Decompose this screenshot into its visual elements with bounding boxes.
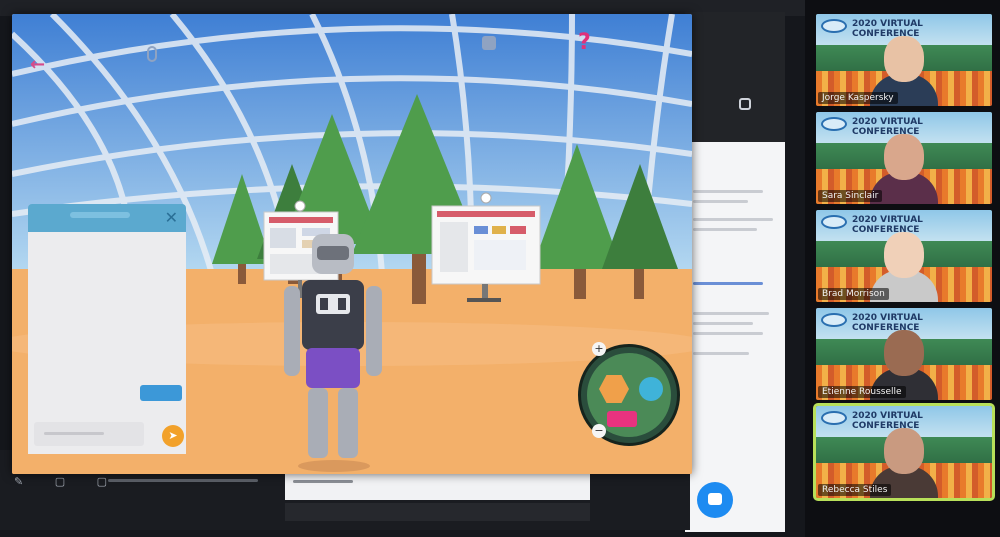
toolbar-icons[interactable]: ✎ ▢ ▢: [14, 475, 121, 488]
conference-title: 2020 VIRTUAL: [852, 117, 923, 127]
participant-video-tile[interactable]: 2020 VIRTUAL CONFERENCE Brad Morrison: [816, 210, 992, 302]
conference-brand: 2020 VIRTUAL CONFERENCE: [852, 411, 923, 431]
chat-line: [293, 480, 353, 483]
chat-panel-body: ➤: [28, 232, 186, 454]
vr-conference-window[interactable]: ← ? ✕ ➤ + −: [12, 14, 692, 474]
conference-side-panel: [685, 12, 785, 532]
video-gallery: 2020 VIRTUAL CONFERENCE Jorge Kaspersky 202…: [808, 10, 996, 515]
participant-face: [884, 134, 924, 180]
participant-video-tile[interactable]: 2020 VIRTUAL CONFERENCE Rebecca Stiles: [813, 403, 995, 501]
microphone-icon[interactable]: [147, 46, 157, 62]
help-icon[interactable]: ?: [578, 30, 591, 55]
conference-logo-icon: [821, 117, 847, 131]
participant-video-tile[interactable]: 2020 VIRTUAL CONFERENCE Etienne Rousselle: [816, 308, 992, 400]
message-text: [693, 228, 757, 231]
participant-video-tile[interactable]: 2020 VIRTUAL CONFERENCE Sara Sinclair: [816, 112, 992, 204]
chat-panel-title: [70, 212, 130, 218]
conference-title: 2020 VIRTUAL: [852, 313, 923, 323]
screen-photo: ✎ ▢ ▢ ← ? ✕ ➤ + − 2020 VIRTUAL CONFERENC…: [0, 0, 1000, 537]
message-link[interactable]: [693, 282, 763, 285]
minimap-circle-zone[interactable]: [639, 377, 663, 401]
message-text: [693, 312, 769, 315]
participant-name: Sara Sinclair: [818, 190, 883, 202]
message-text: [693, 190, 763, 193]
conference-title: 2020 VIRTUAL: [852, 411, 923, 421]
chat-panel-header: ✕: [28, 204, 186, 232]
close-icon[interactable]: ✕: [165, 208, 178, 227]
message-text: [693, 332, 763, 335]
conference-title: 2020 VIRTUAL: [852, 19, 923, 29]
participant-name: Etienne Rousselle: [818, 386, 906, 398]
chat-preview-line: [108, 479, 258, 482]
participant-name: Rebecca Stiles: [818, 484, 892, 496]
message-text: [693, 218, 773, 221]
raise-hand-icon[interactable]: [482, 36, 496, 50]
logout-icon[interactable]: [739, 98, 751, 110]
conference-brand: 2020 VIRTUAL CONFERENCE: [852, 215, 923, 235]
zoom-in-icon[interactable]: +: [592, 342, 606, 356]
conference-logo-icon: [821, 215, 847, 229]
participant-face: [884, 428, 924, 474]
send-icon[interactable]: ➤: [162, 425, 184, 447]
zoom-out-icon[interactable]: −: [592, 424, 606, 438]
open-chat-button[interactable]: [697, 482, 733, 518]
chat-message-input[interactable]: [34, 422, 144, 446]
participant-face: [884, 232, 924, 278]
conference-title: 2020 VIRTUAL: [852, 215, 923, 225]
message-text: [693, 352, 749, 355]
conference-logo-icon: [821, 19, 847, 33]
conference-brand: 2020 VIRTUAL CONFERENCE: [852, 117, 923, 137]
conference-logo-icon: [821, 411, 847, 425]
conference-brand: 2020 VIRTUAL CONFERENCE: [852, 313, 923, 333]
conference-logo-icon: [821, 313, 847, 327]
status-bar: [285, 503, 590, 521]
back-arrow-icon[interactable]: ←: [30, 54, 45, 75]
participant-name: Jorge Kaspersky: [818, 92, 898, 104]
participant-name: Brad Morrison: [818, 288, 889, 300]
message-text: [693, 322, 753, 325]
participant-video-tile[interactable]: 2020 VIRTUAL CONFERENCE Jorge Kaspersky: [816, 14, 992, 106]
minimap-location-tag[interactable]: [607, 411, 637, 427]
participant-face: [884, 330, 924, 376]
message-text: [693, 200, 748, 203]
side-panel-header: [685, 12, 785, 142]
participant-face: [884, 36, 924, 82]
sent-message-bubble: [140, 385, 182, 401]
conference-brand: 2020 VIRTUAL CONFERENCE: [852, 19, 923, 39]
vr-chat-panel: ✕ ➤: [28, 204, 186, 454]
